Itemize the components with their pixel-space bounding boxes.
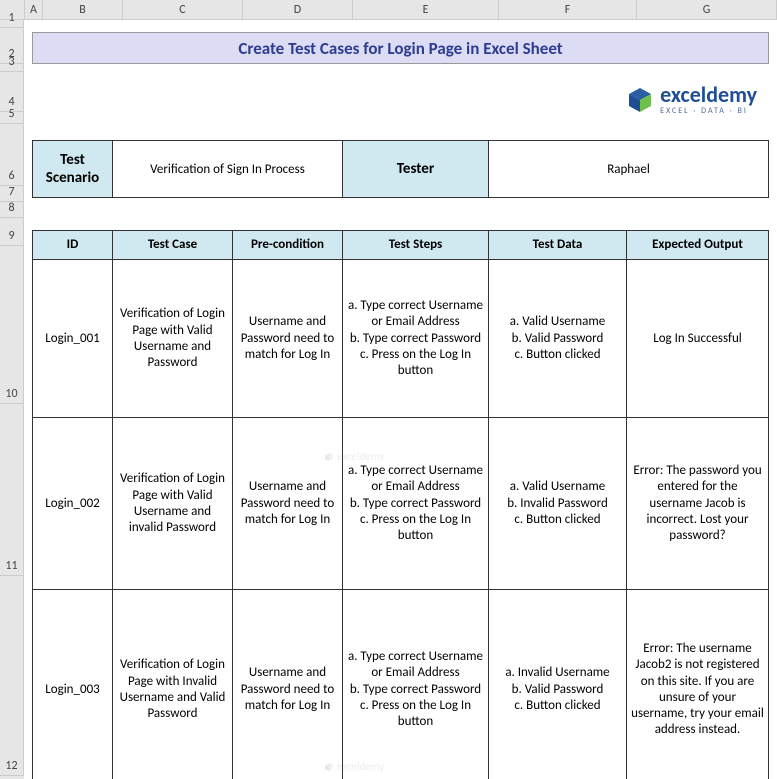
cell-teststeps[interactable]: a. Type correct Username or Email Addres… bbox=[343, 260, 489, 418]
cell-id[interactable]: Login_003 bbox=[33, 590, 113, 779]
brand-logo: exceldemy EXCEL · DATA · BI bbox=[626, 84, 757, 116]
row-headers: 1 2 3 4 5 6 7 8 9 10 11 12 bbox=[0, 20, 24, 779]
row-11[interactable]: 11 bbox=[0, 404, 24, 576]
table-row[interactable]: Login_003 Verification of Login Page wit… bbox=[33, 590, 769, 779]
col-B[interactable]: B bbox=[43, 0, 123, 19]
col-F[interactable]: F bbox=[499, 0, 637, 19]
row-10[interactable]: 10 bbox=[0, 246, 24, 404]
th-testdata: Test Data bbox=[489, 231, 627, 260]
info-table: Test Scenario Verification of Sign In Pr… bbox=[32, 140, 769, 198]
cell-testdata[interactable]: a. Valid Usernameb. Invalid Passwordc. B… bbox=[489, 418, 627, 590]
cell-id[interactable]: Login_002 bbox=[33, 418, 113, 590]
cell-teststeps[interactable]: a. Type correct Username or Email Addres… bbox=[343, 590, 489, 779]
column-headers: A B C D E F G bbox=[0, 0, 777, 20]
col-D[interactable]: D bbox=[243, 0, 353, 19]
cell-testcase[interactable]: Verification of Login Page with Valid Us… bbox=[113, 418, 233, 590]
cube-icon bbox=[626, 86, 654, 114]
page-title: Create Test Cases for Login Page in Exce… bbox=[32, 32, 769, 64]
excel-sheet: A B C D E F G 1 2 3 4 5 6 7 8 9 10 11 12… bbox=[0, 0, 777, 779]
row-5[interactable]: 5 bbox=[0, 112, 24, 124]
th-id: ID bbox=[33, 231, 113, 260]
cell-testcase[interactable]: Verification of Login Page with Invalid … bbox=[113, 590, 233, 779]
test-case-table: ID Test Case Pre-condition Test Steps Te… bbox=[32, 230, 769, 779]
cell-testcase[interactable]: Verification of Login Page with Valid Us… bbox=[113, 260, 233, 418]
th-precondition: Pre-condition bbox=[233, 231, 343, 260]
scenario-value[interactable]: Verification of Sign In Process bbox=[113, 141, 343, 197]
row-4[interactable]: 4 bbox=[0, 72, 24, 112]
row-6[interactable]: 6 bbox=[0, 124, 24, 186]
scenario-label: Test Scenario bbox=[33, 141, 113, 197]
brand-name: exceldemy bbox=[660, 84, 757, 106]
th-teststeps: Test Steps bbox=[343, 231, 489, 260]
tester-label: Tester bbox=[343, 141, 489, 197]
cell-testdata[interactable]: a. Invalid Usernameb. Valid Passwordc. B… bbox=[489, 590, 627, 779]
row-9[interactable]: 9 bbox=[0, 218, 24, 246]
table-row[interactable]: Login_002 Verification of Login Page wit… bbox=[33, 418, 769, 590]
cell-testdata[interactable]: a. Valid Usernameb. Valid Passwordc. But… bbox=[489, 260, 627, 418]
sheet-content: Create Test Cases for Login Page in Exce… bbox=[24, 20, 777, 779]
logo-row: exceldemy EXCEL · DATA · BI bbox=[24, 72, 777, 128]
row-7[interactable]: 7 bbox=[0, 186, 24, 202]
cell-expected[interactable]: Error: The password you entered for the … bbox=[627, 418, 769, 590]
cell-precondition[interactable]: Username and Password need to match for … bbox=[233, 418, 343, 590]
col-C[interactable]: C bbox=[123, 0, 243, 19]
brand-tagline: EXCEL · DATA · BI bbox=[660, 106, 757, 116]
cell-precondition[interactable]: Username and Password need to match for … bbox=[233, 260, 343, 418]
cell-id[interactable]: Login_001 bbox=[33, 260, 113, 418]
row-1[interactable]: 1 bbox=[0, 20, 24, 28]
row-8[interactable]: 8 bbox=[0, 202, 24, 218]
cell-teststeps[interactable]: a. Type correct Username or Email Addres… bbox=[343, 418, 489, 590]
table-row[interactable]: Login_001 Verification of Login Page wit… bbox=[33, 260, 769, 418]
tester-value[interactable]: Raphael bbox=[489, 141, 768, 197]
row-12[interactable]: 12 bbox=[0, 576, 24, 776]
cell-expected[interactable]: Error: The username Jacob2 is not regist… bbox=[627, 590, 769, 779]
table-header-row: ID Test Case Pre-condition Test Steps Te… bbox=[33, 231, 769, 260]
th-expected: Expected Output bbox=[627, 231, 769, 260]
cell-precondition[interactable]: Username and Password need to match for … bbox=[233, 590, 343, 779]
th-testcase: Test Case bbox=[113, 231, 233, 260]
row-3[interactable]: 3 bbox=[0, 64, 24, 72]
cell-expected[interactable]: Log In Successful bbox=[627, 260, 769, 418]
col-G[interactable]: G bbox=[637, 0, 777, 19]
col-E[interactable]: E bbox=[353, 0, 499, 19]
col-A[interactable]: A bbox=[25, 0, 43, 19]
